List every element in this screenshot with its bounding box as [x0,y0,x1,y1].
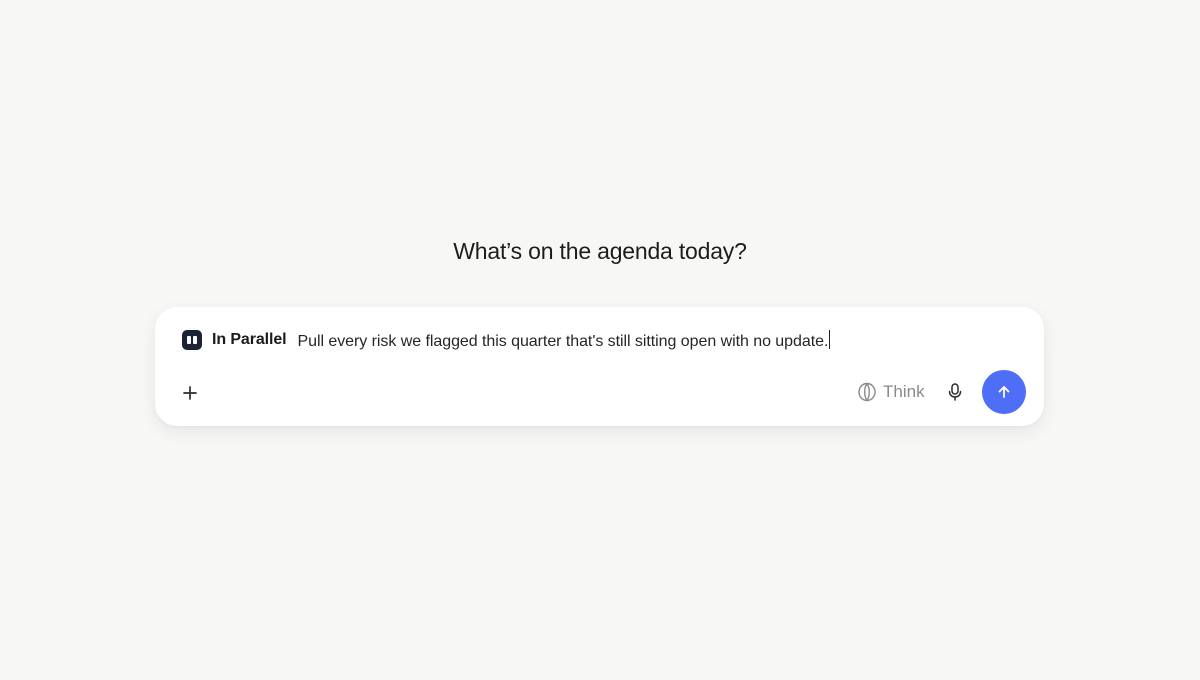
arrow-up-icon [998,386,1010,398]
prompt-input-row[interactable]: In Parallel Pull every risk we flagged t… [182,327,1017,353]
page-title: What’s on the agenda today? [453,238,747,264]
mode-chip[interactable]: In Parallel [182,330,287,350]
think-toggle-button[interactable]: Think [857,379,925,405]
brain-icon [858,382,876,402]
microphone-icon [948,383,962,401]
parallel-mode-icon [182,330,202,350]
text-cursor [829,329,831,349]
prompt-input[interactable]: Pull every risk we flagged this quarter … [297,329,831,351]
prompt-input-value: Pull every risk we flagged this quarter … [297,332,829,350]
plus-icon [183,386,197,400]
think-label: Think [883,382,925,401]
add-attachment-button[interactable] [179,382,201,404]
prompt-composer: In Parallel Pull every risk we flagged t… [155,307,1044,426]
send-button[interactable] [982,370,1026,414]
voice-input-button[interactable] [944,381,966,403]
mode-label: In Parallel [212,331,287,348]
